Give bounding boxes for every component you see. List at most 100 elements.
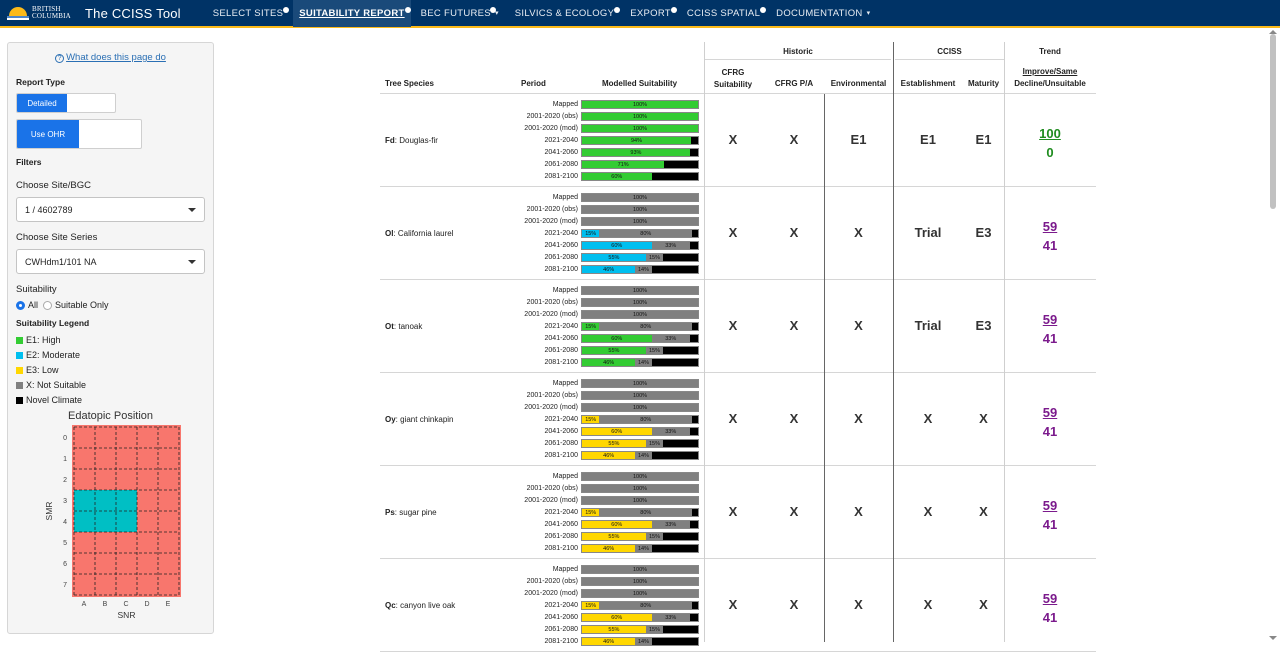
environmental-header: Environmental <box>826 79 891 88</box>
edatopic-cell <box>116 427 137 448</box>
info-dot-icon[interactable] <box>671 7 677 13</box>
app-title[interactable]: The CCISS Tool <box>85 6 181 21</box>
maturity-header: Maturity <box>963 79 1004 88</box>
edatopic-y-tick: 3 <box>63 498 67 505</box>
use-ohr-toggle[interactable]: Use OHR <box>16 119 142 149</box>
cfrg-pa-value: X <box>768 597 820 612</box>
bar-segment: 100% <box>582 299 698 306</box>
establishment-value: X <box>895 504 961 519</box>
establishment-value: Trial <box>895 318 961 333</box>
edatopic-cell <box>74 490 95 511</box>
bar-segment <box>663 440 698 447</box>
info-dot-icon[interactable] <box>405 7 411 13</box>
bar-segment: 15% <box>582 509 599 516</box>
question-circle-icon: ? <box>55 54 64 63</box>
radio-suitable-only[interactable] <box>43 301 52 310</box>
detailed-toggle[interactable]: Detailed <box>16 93 116 113</box>
legend-swatch <box>16 397 23 404</box>
bar-segment: 60% <box>582 614 652 621</box>
edatopic-cell <box>158 553 179 574</box>
cfrg-pa-value: X <box>768 411 820 426</box>
nav-item-silvics-ecology[interactable]: SILVICS & ECOLOGY <box>509 0 620 27</box>
trend-improve-value[interactable]: 59 <box>1012 589 1088 608</box>
radio-suitable-only-label[interactable]: Suitable Only <box>55 300 109 310</box>
trend-cell: 5941 <box>1012 310 1088 348</box>
legend-item: E2: Moderate <box>16 350 205 360</box>
bar-segment: 14% <box>635 266 651 273</box>
nav-item-select-sites[interactable]: SELECT SITES <box>207 0 289 27</box>
nav-item-bec-futures[interactable]: BEC FUTURES▾ <box>415 0 505 27</box>
period-label: 2041-2060 <box>508 520 578 532</box>
edatopic-grid-chart: 01234567ABCDESMRSNR <box>16 423 206 623</box>
edatopic-cell <box>95 511 116 532</box>
scroll-down-icon[interactable] <box>1269 636 1277 640</box>
edatopic-y-tick: 7 <box>63 582 67 589</box>
trend-improve-value[interactable]: 100 <box>1012 124 1088 143</box>
trend-improve-value[interactable]: 59 <box>1012 403 1088 422</box>
bar-segment: 55% <box>582 347 646 354</box>
bar-segment: 71% <box>582 161 664 168</box>
trend-improve-value[interactable]: 59 <box>1012 310 1088 329</box>
period-label: 2061-2080 <box>508 439 578 451</box>
bar-segment: 14% <box>635 545 651 552</box>
edatopic-cell <box>95 427 116 448</box>
info-dot-icon[interactable] <box>490 7 496 13</box>
detailed-toggle-on[interactable]: Detailed <box>17 94 67 112</box>
edatopic-cell <box>74 469 95 490</box>
suitability-bar: 100% <box>581 286 699 295</box>
trend-decline-value: 41 <box>1012 515 1088 534</box>
species-name: Ol: California laurel <box>385 229 454 238</box>
radio-all[interactable] <box>16 301 25 310</box>
species-name: Qc: canyon live oak <box>385 601 455 610</box>
suitability-bar: 60%33% <box>581 613 699 622</box>
edatopic-cell <box>95 532 116 553</box>
edatopic-y-label: SMR <box>44 502 54 521</box>
site-bgc-select[interactable]: 1 / 4602789 <box>16 197 205 222</box>
help-link[interactable]: ?What does this page do <box>16 52 205 63</box>
bc-gov-logo[interactable]: BRITISH COLUMBIA <box>7 1 71 25</box>
page-scrollbar[interactable] <box>1270 34 1276 209</box>
period-label: 2001-2020 (obs) <box>508 112 578 124</box>
period-list: Mapped2001-2020 (obs)2001-2020 (mod)2021… <box>508 565 578 649</box>
suitability-bar: 100% <box>581 496 699 505</box>
use-ohr-toggle-on[interactable]: Use OHR <box>17 120 79 148</box>
nav-item-suitability-report[interactable]: SUITABILITY REPORT <box>293 0 410 27</box>
nav-item-cciss-spatial[interactable]: CCISS SPATIAL <box>681 0 766 27</box>
nav-item-label: EXPORT <box>630 8 671 19</box>
period-label: 2041-2060 <box>508 241 578 253</box>
info-dot-icon[interactable] <box>760 7 766 13</box>
bar-segment <box>690 614 698 621</box>
trend-improve-value[interactable]: 59 <box>1012 217 1088 236</box>
suitability-bars: 100%100%100%15%80%60%33%55%15%46%14% <box>581 286 699 370</box>
caret-down-icon <box>188 260 196 264</box>
suitability-bar: 100% <box>581 379 699 388</box>
site-series-select[interactable]: CWHdm1/101 NA <box>16 249 205 274</box>
table-row: Oy: giant chinkapinMapped2001-2020 (obs)… <box>380 373 1096 466</box>
table-body: Fd: Douglas-firMapped2001-2020 (obs)2001… <box>380 94 1096 652</box>
nav-item-documentation[interactable]: DOCUMENTATION▾ <box>770 0 876 27</box>
edatopic-title: Edatopic Position <box>16 410 205 422</box>
edatopic-cell <box>158 427 179 448</box>
edatopic-cell <box>74 553 95 574</box>
radio-all-label[interactable]: All <box>28 300 38 310</box>
bar-segment: 46% <box>582 545 635 552</box>
period-label: 2061-2080 <box>508 625 578 637</box>
nav-item-export[interactable]: EXPORT <box>624 0 677 27</box>
info-dot-icon[interactable] <box>614 7 620 13</box>
environmental-value: X <box>826 504 891 519</box>
period-label: 2061-2080 <box>508 346 578 358</box>
edatopic-y-tick: 2 <box>63 477 67 484</box>
period-list: Mapped2001-2020 (obs)2001-2020 (mod)2021… <box>508 379 578 463</box>
bar-segment: 100% <box>582 218 698 225</box>
period-label: 2061-2080 <box>508 160 578 172</box>
trend-cell: 5941 <box>1012 589 1088 627</box>
edatopic-cell <box>137 553 158 574</box>
period-label: Mapped <box>508 193 578 205</box>
bar-segment: 55% <box>582 254 646 261</box>
suitability-bar: 46%14% <box>581 265 699 274</box>
trend-improve-value[interactable]: 59 <box>1012 496 1088 515</box>
establishment-header: Establishment <box>895 79 961 88</box>
info-dot-icon[interactable] <box>283 7 289 13</box>
period-label: 2001-2020 (mod) <box>508 496 578 508</box>
edatopic-y-tick: 5 <box>63 540 67 547</box>
